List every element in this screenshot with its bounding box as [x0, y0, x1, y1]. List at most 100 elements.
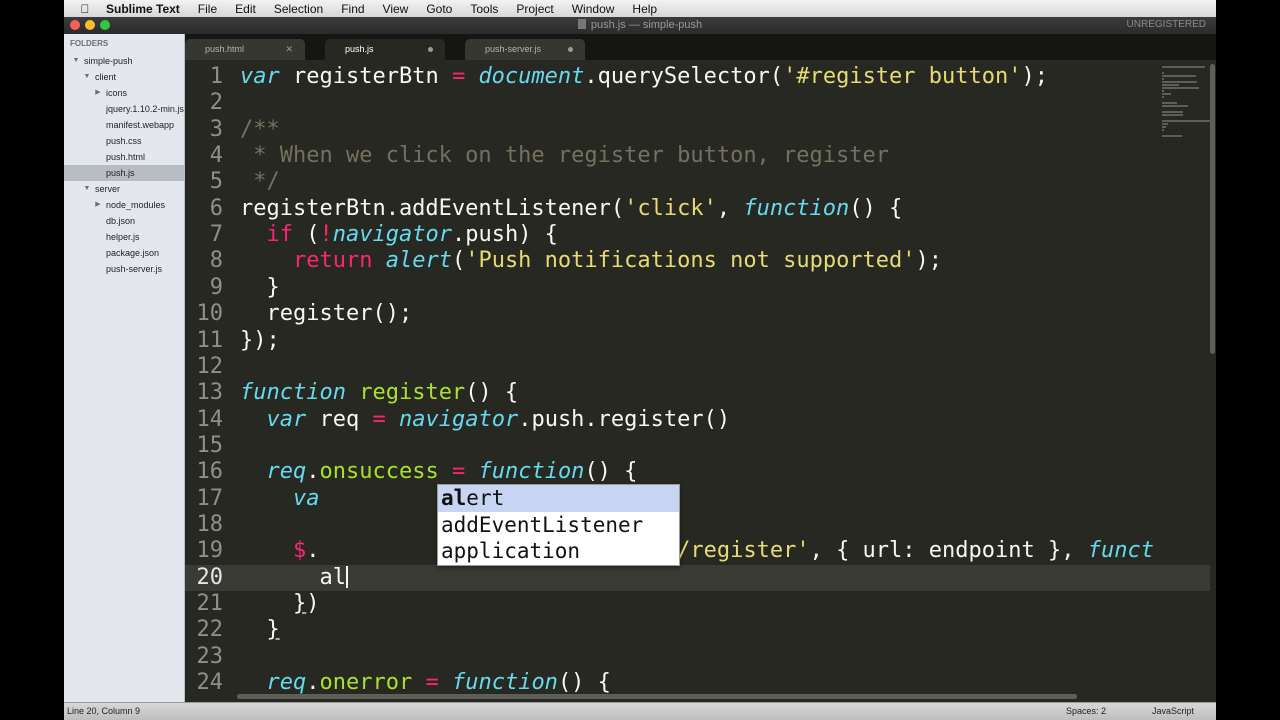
sidebar-folder-item[interactable]: ▼ server	[64, 181, 184, 197]
unsaved-dot-icon[interactable]	[428, 47, 433, 52]
line-number: 12	[196, 353, 224, 379]
code-line[interactable]: })	[240, 591, 320, 617]
code-token: al	[240, 564, 346, 590]
window-title-wrap: push.js — simple-push	[64, 19, 1216, 31]
menu-window[interactable]: Window	[563, 2, 624, 16]
line-number: 15	[196, 432, 224, 458]
minimap-line	[1162, 111, 1183, 113]
code-token: (	[451, 248, 466, 274]
autocomplete-match: al	[441, 486, 467, 510]
sidebar-file-item[interactable]: push.html	[64, 149, 184, 165]
sidebar-file-item[interactable]: package.json	[64, 245, 184, 261]
code-line[interactable]: al	[240, 565, 348, 591]
code-line[interactable]: var registerBtn = document.querySelector…	[240, 64, 1048, 90]
app-menu[interactable]: Sublime Text	[94, 2, 189, 16]
autocomplete-item[interactable]: application	[438, 538, 679, 565]
tab-push-js[interactable]: push.js	[325, 39, 445, 60]
syntax-selector[interactable]: JavaScript	[1152, 706, 1194, 716]
line-number: 6	[209, 195, 223, 221]
apple-icon[interactable]: 	[76, 2, 94, 16]
sidebar-file-item[interactable]: push.js	[64, 165, 184, 181]
code-line[interactable]: /**	[240, 117, 280, 143]
autocomplete-item[interactable]: addEventListener	[438, 512, 679, 539]
code-line[interactable]: function register() {	[240, 380, 518, 406]
sidebar-file-item[interactable]: push-server.js	[64, 261, 184, 277]
sidebar-file-item[interactable]: helper.js	[64, 229, 184, 245]
minimap-line	[1162, 123, 1168, 125]
vertical-scrollbar[interactable]	[1210, 64, 1215, 354]
sidebar-item-label: jquery.1.10.2-min.js	[106, 104, 184, 114]
code-line[interactable]: if (!navigator.push) {	[240, 222, 558, 248]
autocomplete-item[interactable]: alert	[438, 485, 679, 512]
menu-file[interactable]: File	[189, 2, 226, 16]
indentation-setting[interactable]: Spaces: 2	[1066, 706, 1106, 716]
sidebar-folder-item[interactable]: ▼ simple-push	[64, 53, 184, 69]
sidebar-file-item[interactable]: manifest.webapp	[64, 117, 184, 133]
menu-project[interactable]: Project	[507, 2, 562, 16]
sidebar-file-item[interactable]: jquery.1.10.2-min.js	[64, 101, 184, 117]
code-token: }	[266, 617, 280, 643]
line-number: 16	[196, 459, 224, 485]
code-line[interactable]: */	[240, 169, 280, 195]
code-line[interactable]: });	[240, 328, 280, 354]
minimap-line	[1162, 120, 1210, 122]
code-line[interactable]: * When we click on the register button, …	[240, 143, 889, 169]
code-token: * When we click on the register button, …	[240, 143, 890, 169]
minimap-line	[1162, 72, 1165, 74]
disclosure-collapsed-icon[interactable]: ▶	[94, 197, 102, 213]
code-token: .push) {	[451, 222, 558, 248]
disclosure-expanded-icon[interactable]: ▼	[83, 181, 91, 197]
disclosure-expanded-icon[interactable]: ▼	[72, 53, 80, 69]
disclosure-expanded-icon[interactable]: ▼	[83, 69, 91, 85]
disclosure-collapsed-icon[interactable]: ▶	[94, 85, 102, 101]
menu-view[interactable]: View	[374, 2, 418, 16]
code-token: =	[451, 459, 466, 485]
code-line[interactable]: register();	[240, 301, 412, 327]
tab-push-html[interactable]: push.html ✕	[185, 39, 305, 60]
sidebar-item-label: db.json	[106, 216, 136, 226]
code-line[interactable]: var req = navigator.push.register()	[240, 407, 731, 433]
menu-help[interactable]: Help	[623, 2, 666, 16]
horizontal-scrollbar[interactable]	[237, 694, 1077, 699]
line-number: 8	[209, 248, 223, 274]
menu-selection[interactable]: Selection	[265, 2, 332, 16]
menu-find[interactable]: Find	[332, 2, 373, 16]
code-token: 'Push notifications not supported'	[465, 248, 916, 274]
menu-goto[interactable]: Goto	[417, 2, 461, 16]
code-line[interactable]: registerBtn.addEventListener('click', fu…	[240, 196, 902, 222]
sidebar-item-label: server	[95, 184, 121, 194]
sidebar-item-label: push.js	[106, 168, 135, 178]
code-line[interactable]: req.onsuccess = function() {	[240, 459, 638, 485]
line-number: 21	[196, 591, 224, 616]
line-number-gutter: 1 2 3 4 5 6 7 8 9 10 11 12 13 14 15 16 17 18 19 20 21 22 23 24	[185, 60, 237, 702]
sidebar-item-label: manifest.webapp	[106, 120, 175, 130]
code-line[interactable]: return alert('Push notifications not sup…	[240, 248, 942, 274]
sidebar-folder-item[interactable]: ▼ client	[64, 69, 184, 85]
menu-items: File Edit Selection Find View Goto Tools Projec…	[189, 2, 666, 16]
close-tab-icon[interactable]: ✕	[285, 39, 293, 60]
sidebar-folder-item[interactable]: ▶ node_modules	[64, 197, 184, 213]
sidebar-file-item[interactable]: push.css	[64, 133, 184, 149]
minimap-line	[1162, 93, 1172, 95]
sidebar-folder-item[interactable]: ▶ icons	[64, 85, 184, 101]
code-token: () {	[849, 195, 903, 221]
menu-tools[interactable]: Tools	[461, 2, 507, 16]
tab-push-server-js[interactable]: push-server.js	[465, 39, 585, 60]
minimap[interactable]	[1160, 60, 1210, 260]
code-line[interactable]: }	[240, 617, 280, 643]
menu-edit[interactable]: Edit	[226, 2, 265, 16]
code-token: /**	[240, 116, 280, 142]
sidebar-file-item[interactable]: db.json	[64, 213, 184, 229]
unsaved-dot-icon[interactable]	[568, 47, 573, 52]
code-line[interactable]: req.onerror = function() {	[240, 670, 611, 696]
code-area[interactable]: var registerBtn = document.querySelector…	[240, 60, 1160, 702]
sidebar-item-label: package.json	[106, 248, 160, 258]
title-bar: push.js — simple-push UNREGISTERED	[64, 17, 1216, 34]
code-editor[interactable]: 1 2 3 4 5 6 7 8 9 10 11 12 13 14 15 16 17 18 19 20 21 22 23 24 …	[185, 60, 1216, 702]
code-line[interactable]: }	[240, 275, 279, 301]
code-line[interactable]: $. host:3000/register', { url: endpoint …	[240, 538, 1154, 564]
